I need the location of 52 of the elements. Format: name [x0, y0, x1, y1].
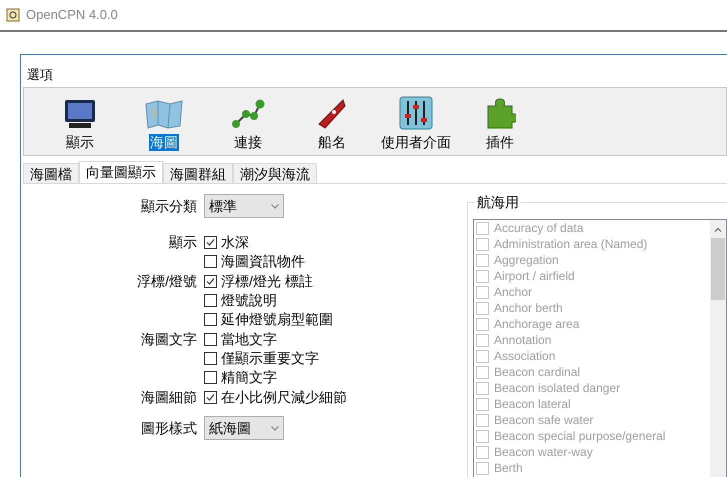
checkbox[interactable] [204, 275, 217, 288]
chevron-icon [271, 426, 279, 430]
map-icon [144, 98, 184, 130]
group-label: 顯示 [168, 234, 197, 251]
checkbox-label: 水深 [221, 234, 249, 251]
checkbox[interactable] [204, 391, 217, 404]
checkbox[interactable] [204, 352, 217, 365]
checkbox[interactable] [204, 255, 217, 268]
group-label: 海圖細節 [140, 389, 197, 406]
checkmark-icon [206, 238, 215, 247]
window-title: OpenCPN 4.0.0 [26, 6, 118, 24]
app-icon [6, 8, 20, 22]
toolbar-item[interactable]: 海圖 [122, 94, 206, 151]
checkbox-label: 燈號說明 [221, 292, 277, 309]
group-label: 海圖文字 [140, 331, 197, 348]
field-label: 圖形樣式 [140, 418, 197, 438]
toolbar-item[interactable]: 連接 [206, 94, 290, 151]
arrow-up-icon [714, 226, 722, 234]
toolbar-item[interactable]: 插件 [458, 94, 542, 151]
dropdown[interactable]: 紙海圖 [204, 416, 284, 440]
toolbar-item[interactable]: 船名 [290, 94, 374, 151]
checkbox-label: 在小比例尺減少細節 [221, 389, 347, 406]
checkmark-icon [206, 277, 215, 286]
checkbox[interactable] [204, 371, 217, 384]
checkbox-label: 當地文字 [221, 331, 277, 348]
checkbox[interactable] [204, 333, 217, 346]
tab[interactable]: 潮汐與海流 [233, 163, 317, 183]
scrollbar[interactable] [710, 220, 726, 477]
checkbox-label: 僅顯示重要文字 [221, 350, 319, 367]
tab[interactable]: 向量圖顯示 [79, 161, 163, 183]
group-label: 浮標/燈號 [136, 273, 197, 290]
dialog-title: 選項 [27, 66, 54, 84]
checkbox[interactable] [204, 236, 217, 249]
toolbar-item[interactable]: 使用者介面 [374, 94, 458, 151]
tab[interactable]: 海圖檔 [23, 163, 79, 183]
sliders-icon [399, 96, 433, 130]
toolbar-item[interactable]: 顯示 [38, 94, 122, 151]
monitor-icon [63, 98, 97, 130]
boat-icon [317, 98, 347, 130]
scrollbar-thumb[interactable] [711, 238, 725, 300]
checkbox-label: 精簡文字 [221, 369, 277, 386]
checkbox-label: 浮標/燈光 標註 [221, 273, 313, 290]
dropdown[interactable]: 標準 [204, 194, 284, 218]
checkbox[interactable] [204, 313, 217, 326]
nodes-icon [230, 98, 266, 130]
checkbox[interactable] [204, 294, 217, 307]
checkbox-label: 海圖資訊物件 [221, 253, 305, 270]
checkbox-label: 延伸燈號扇型範圍 [221, 311, 333, 328]
field-label: 顯示分類 [140, 196, 197, 216]
tab[interactable]: 海圖群組 [163, 163, 233, 183]
checkmark-icon [206, 393, 215, 402]
chevron-icon [271, 204, 279, 208]
